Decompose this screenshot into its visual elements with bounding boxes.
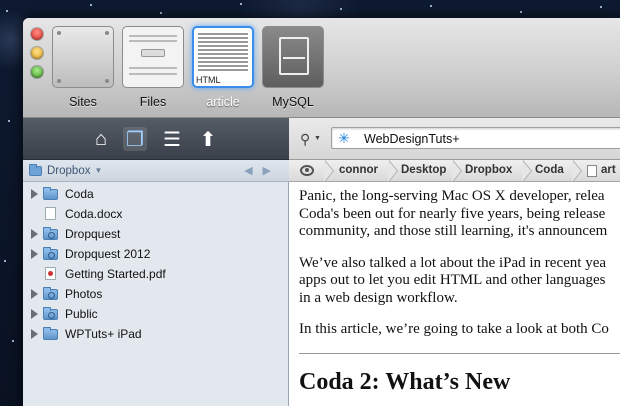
- tab-article[interactable]: HTML article: [191, 26, 255, 109]
- publish-icon[interactable]: ⬆: [196, 127, 220, 151]
- pdf-icon: [45, 267, 56, 280]
- divider: [299, 352, 620, 354]
- item-name: Public: [65, 307, 98, 321]
- list-item[interactable]: Public: [23, 304, 289, 324]
- database-icon: [279, 37, 309, 75]
- preview-pane: ⚲ ▼ ✳ WebDesignTuts+ connor Desktop Drop…: [289, 118, 620, 406]
- document-icon: [45, 207, 56, 220]
- site-favicon-icon: ✳: [338, 130, 350, 146]
- article-thumbnail: HTML: [192, 26, 254, 88]
- breadcrumb-separator: [522, 160, 533, 182]
- list-item[interactable]: Dropquest 2012: [23, 244, 289, 264]
- address-field[interactable]: ✳ WebDesignTuts+: [331, 127, 620, 149]
- list-item[interactable]: WPTuts+ iPad: [23, 324, 289, 344]
- tab-sites[interactable]: Sites: [51, 26, 115, 109]
- breadcrumb: connor Desktop Dropbox Coda art: [289, 160, 620, 182]
- tab-files-label: Files: [139, 95, 167, 109]
- nav-arrows[interactable]: ◀▶: [244, 164, 281, 177]
- list-item[interactable]: Coda.docx: [23, 204, 289, 224]
- item-name: Photos: [65, 287, 103, 301]
- list-item[interactable]: Getting Started.pdf: [23, 264, 289, 284]
- file-tree: Coda Coda.docx Dropquest Dropquest 2012 …: [23, 184, 289, 344]
- location-selector[interactable]: Dropbox ▼ ◀▶: [23, 160, 289, 182]
- files-icon[interactable]: ❐: [123, 127, 147, 151]
- folder-icon: [29, 163, 42, 176]
- file-icon: [587, 165, 597, 177]
- html-badge: HTML: [196, 75, 221, 85]
- address-bar: ⚲ ▼ ✳ WebDesignTuts+: [289, 118, 620, 160]
- folder-icon: [43, 327, 58, 340]
- sidebar: ⌂ ❐ ☰ ⬆ Dropbox ▼ ◀▶ Coda Coda.docx Drop…: [23, 118, 289, 406]
- breadcrumb-separator: [452, 160, 463, 182]
- disclosure-triangle-icon[interactable]: [31, 249, 38, 259]
- disclosure-triangle-icon[interactable]: [31, 289, 38, 299]
- chevron-down-icon: ▼: [94, 166, 103, 175]
- article-heading: Coda 2: What’s New: [299, 368, 511, 395]
- paragraph: We’ve also talked a lot about the iPad i…: [299, 254, 607, 306]
- item-name: WPTuts+ iPad: [65, 327, 142, 341]
- breadcrumb-item[interactable]: Coda: [535, 164, 564, 176]
- toolbar: Sites Files HTML article MySQL: [23, 18, 620, 118]
- tab-mysql[interactable]: MySQL: [261, 26, 325, 109]
- shared-folder-icon: [43, 247, 58, 260]
- tab-article-label: article: [206, 95, 240, 109]
- zoom-window-button[interactable]: [31, 66, 43, 78]
- close-window-button[interactable]: [31, 28, 43, 40]
- breadcrumb-item[interactable]: art: [601, 164, 616, 176]
- search-icon[interactable]: ⚲: [300, 131, 310, 148]
- paragraph: Panic, the long-serving Mac OS X develop…: [299, 188, 608, 239]
- breadcrumb-separator: [324, 160, 335, 182]
- location-label: Dropbox: [47, 164, 91, 177]
- minimize-window-button[interactable]: [31, 47, 43, 59]
- coda-window: Sites Files HTML article MySQL ⌂ ❐ ☰ ⬆ D…: [23, 18, 620, 406]
- photos-folder-icon: [43, 287, 58, 300]
- tab-sites-label: Sites: [69, 95, 97, 109]
- list-item[interactable]: Photos: [23, 284, 289, 304]
- breadcrumb-item[interactable]: Dropbox: [465, 164, 512, 176]
- mysql-thumbnail: [262, 26, 324, 88]
- article-content: Panic, the long-serving Mac OS X develop…: [299, 188, 620, 395]
- sidebar-tabs: ⌂ ❐ ☰ ⬆: [23, 118, 289, 160]
- disclosure-triangle-icon[interactable]: [31, 229, 38, 239]
- folder-icon: [43, 187, 58, 200]
- breadcrumb-separator: [388, 160, 399, 182]
- disclosure-triangle-icon[interactable]: [31, 189, 38, 199]
- sites-thumbnail: [52, 26, 114, 88]
- disclosure-triangle-icon[interactable]: [31, 329, 38, 339]
- paragraph: In this article, we’re going to take a l…: [299, 321, 609, 337]
- public-folder-icon: [43, 307, 58, 320]
- item-name: Getting Started.pdf: [65, 267, 166, 281]
- home-icon[interactable]: ⌂: [89, 127, 113, 151]
- breadcrumb-item[interactable]: connor: [339, 164, 378, 176]
- item-name: Dropquest: [65, 227, 121, 241]
- item-name: Coda.docx: [65, 207, 123, 221]
- list-item[interactable]: Coda: [23, 184, 289, 204]
- editor-icon[interactable]: ☰: [160, 127, 184, 151]
- breadcrumb-item[interactable]: Desktop: [401, 164, 446, 176]
- address-value: WebDesignTuts+: [364, 132, 460, 146]
- files-thumbnail: [122, 26, 184, 88]
- chevron-down-icon[interactable]: ▼: [314, 135, 321, 142]
- breadcrumb-separator: [572, 160, 583, 182]
- list-item[interactable]: Dropquest: [23, 224, 289, 244]
- preview-eye-icon[interactable]: [300, 165, 314, 176]
- tab-files[interactable]: Files: [121, 26, 185, 109]
- disclosure-triangle-icon[interactable]: [31, 309, 38, 319]
- shared-folder-icon: [43, 227, 58, 240]
- tab-mysql-label: MySQL: [272, 95, 314, 109]
- item-name: Coda: [65, 187, 94, 201]
- item-name: Dropquest 2012: [65, 247, 151, 261]
